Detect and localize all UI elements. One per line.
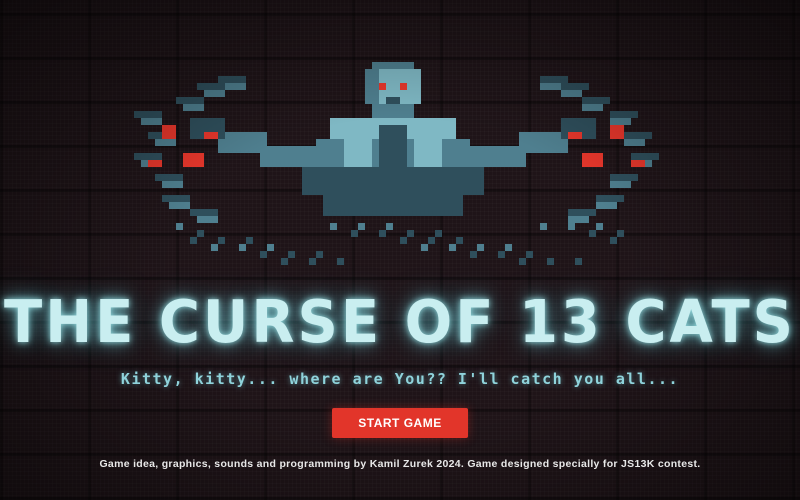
- game-title: THE CURSE OF 13 CATS: [4, 288, 796, 357]
- credits-text: Game idea, graphics, sounds and programm…: [99, 458, 701, 470]
- game-subtitle: Kitty, kitty... where are You?? I'll cat…: [120, 370, 680, 388]
- title-screen: THE CURSE OF 13 CATS Kitty, kitty... whe…: [0, 0, 800, 500]
- zombie-monster-art: [134, 62, 659, 265]
- start-game-button[interactable]: START GAME: [332, 408, 468, 438]
